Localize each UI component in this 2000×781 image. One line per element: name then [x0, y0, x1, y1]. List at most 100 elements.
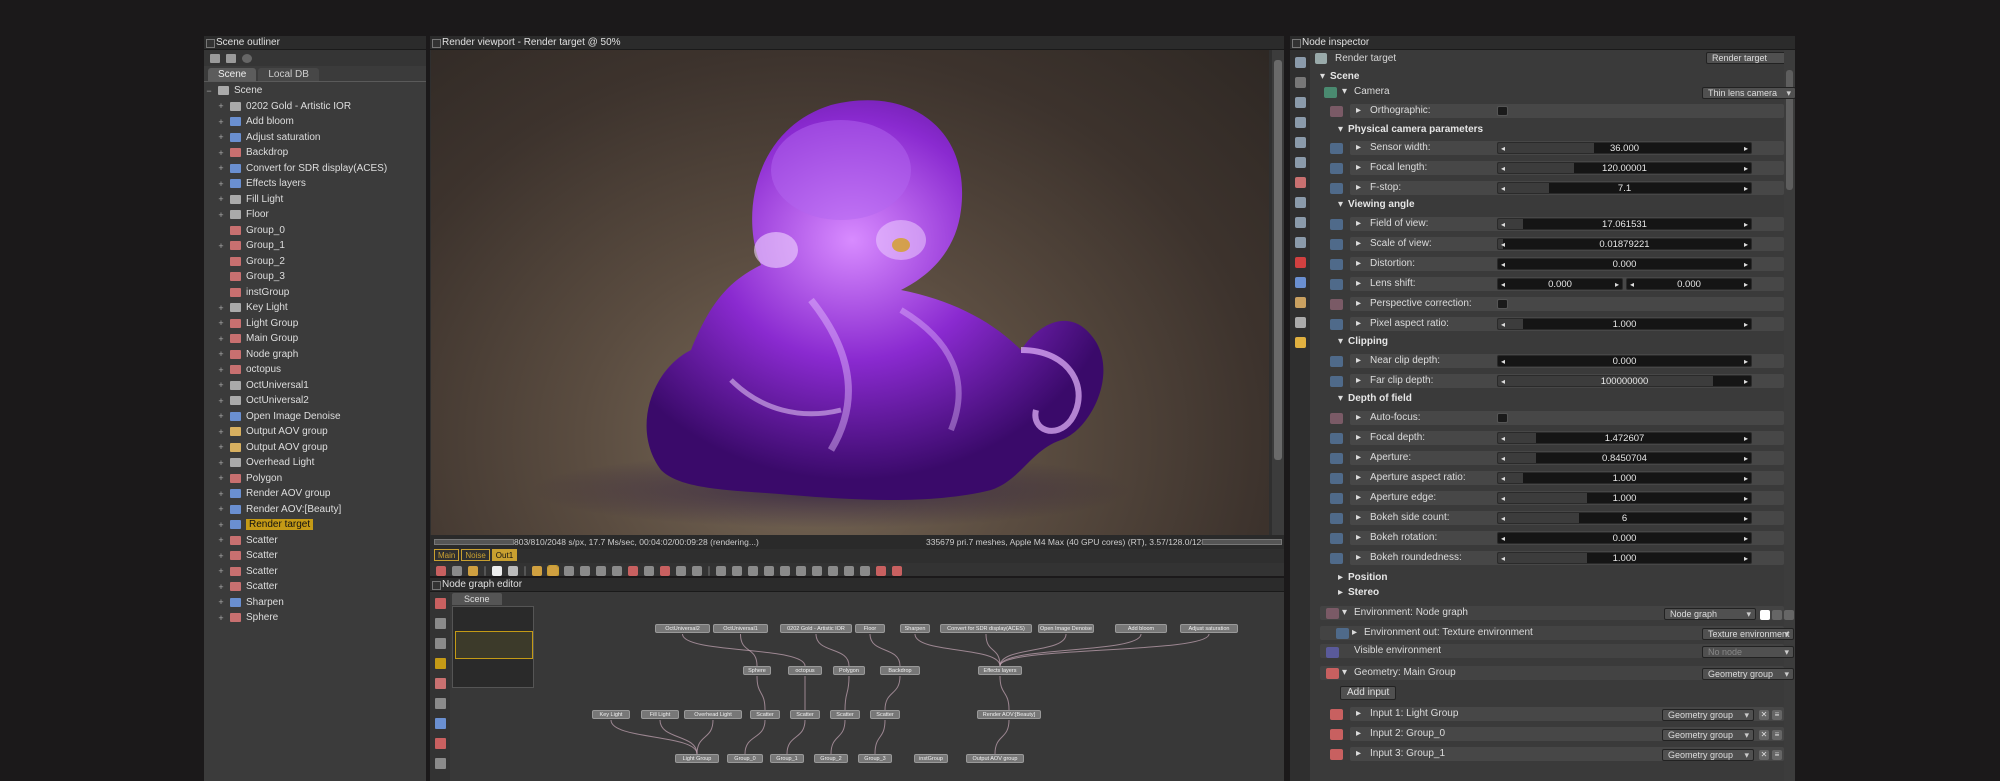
expand-icon[interactable]: +	[216, 613, 226, 623]
bokeh-side-count-slider[interactable]: 6	[1497, 512, 1752, 524]
expand-icon[interactable]: +	[216, 132, 226, 142]
pin-icon[interactable]	[1330, 279, 1343, 290]
tree-item[interactable]: + Scatter	[204, 564, 426, 580]
expand-icon[interactable]: +	[216, 194, 226, 204]
input-expand-icon[interactable]: ▸	[1356, 728, 1361, 739]
render-image[interactable]	[431, 50, 1269, 535]
grid-icon[interactable]	[1294, 237, 1306, 248]
red-material-icon[interactable]	[1294, 257, 1306, 268]
tonemap-icon[interactable]	[644, 565, 654, 576]
light-icon[interactable]	[1294, 337, 1306, 348]
tree-item[interactable]: + Render target	[204, 517, 426, 533]
camera-icon[interactable]	[1294, 77, 1306, 88]
pin-icon[interactable]	[1330, 183, 1343, 194]
graph-node[interactable]: Sphere	[743, 666, 771, 675]
far-clip-depth-slider[interactable]: 100000000	[1497, 375, 1752, 387]
color-swatch[interactable]	[1760, 610, 1770, 620]
graph-node[interactable]: Fill Light	[641, 710, 679, 719]
link-icon[interactable]	[748, 565, 758, 576]
input-type-dropdown[interactable]: Geometry group	[1662, 709, 1754, 721]
pin-icon[interactable]	[1330, 299, 1343, 310]
pin-icon[interactable]	[1330, 163, 1343, 174]
expand-icon[interactable]: +	[216, 318, 226, 328]
pin-icon[interactable]	[1330, 106, 1343, 117]
expand-icon[interactable]: +	[216, 442, 226, 452]
fstop-expand-icon[interactable]: ▸	[1356, 182, 1361, 193]
fit-icon[interactable]	[876, 565, 886, 576]
pin-icon[interactable]	[1330, 319, 1343, 330]
tree-item[interactable]: instGroup	[204, 285, 426, 301]
tree-item[interactable]: + Scatter	[204, 533, 426, 549]
camera-pin-icon[interactable]	[1324, 87, 1337, 98]
menu-icon[interactable]: ≡	[1772, 750, 1782, 760]
graph-node[interactable]: Floor	[855, 624, 885, 633]
rotate-icon[interactable]	[860, 565, 870, 576]
expand-icon[interactable]: +	[216, 148, 226, 158]
field-of-view-expand-icon[interactable]: ▸	[1356, 218, 1361, 229]
environment-out-pin-icon[interactable]	[1336, 628, 1349, 639]
tree-item[interactable]: +0202 Gold - Artistic IOR	[204, 99, 426, 115]
graph-node[interactable]: Group_1	[770, 754, 804, 763]
tree-item[interactable]: + octopus	[204, 362, 426, 378]
clipping-section[interactable]: Clipping	[1348, 336, 1388, 347]
graph-node[interactable]: Effects layers	[978, 666, 1022, 675]
expand-icon[interactable]: +	[216, 473, 226, 483]
flash-icon[interactable]	[564, 565, 574, 576]
graph-node[interactable]: Output AOV group	[966, 754, 1024, 763]
viewing-angle-section[interactable]: Viewing angle	[1348, 199, 1415, 210]
pin-icon[interactable]	[1330, 143, 1343, 154]
blue-material-icon[interactable]	[1294, 277, 1306, 288]
expand-icon[interactable]: +	[216, 380, 226, 390]
histogram-icon[interactable]	[596, 565, 606, 576]
tag-out1[interactable]: Out1	[491, 549, 518, 561]
environment-out-dropdown[interactable]: Texture environment	[1702, 628, 1794, 640]
tree-item[interactable]: + OctUniversal2	[204, 393, 426, 409]
orthographic-expand-icon[interactable]: ▸	[1356, 105, 1361, 116]
input-expand-icon[interactable]: ▸	[1356, 708, 1361, 719]
collapse-icon[interactable]: −	[204, 86, 214, 96]
pin-icon[interactable]	[1330, 453, 1343, 464]
tree-item[interactable]: + Floor	[204, 207, 426, 223]
stereo-expand-icon[interactable]: ▸	[1338, 587, 1343, 598]
graph-node[interactable]: Scatter	[870, 710, 900, 719]
tree-item[interactable]: + Group_1	[204, 238, 426, 254]
visible-environment-icon[interactable]	[1326, 647, 1339, 658]
graph-node[interactable]: Light Group	[675, 754, 719, 763]
lock-icon[interactable]	[452, 565, 462, 576]
sensor-width-slider[interactable]: 36.000	[1497, 142, 1752, 154]
menu-icon[interactable]: ≡	[1772, 730, 1782, 740]
aperture-aspect-ratio-expand-icon[interactable]: ▸	[1356, 472, 1361, 483]
lens-shift-y[interactable]: 0.000	[1626, 278, 1752, 290]
tree-item[interactable]: + Polygon	[204, 471, 426, 487]
pixel-aspect-ratio-expand-icon[interactable]: ▸	[1356, 318, 1361, 329]
input-type-dropdown[interactable]: Geometry group	[1662, 749, 1754, 761]
tag-main[interactable]: Main	[434, 549, 460, 561]
position-section[interactable]: Position	[1348, 572, 1387, 583]
remove-input-icon[interactable]: ✕	[1759, 750, 1769, 760]
pin-icon[interactable]	[1330, 513, 1343, 524]
expand-icon[interactable]: +	[216, 365, 226, 375]
tree-item[interactable]: + Scatter	[204, 579, 426, 595]
depth-of-field-section-collapse-icon[interactable]: ▾	[1338, 393, 1343, 404]
bokeh-roundedness-slider[interactable]: 1.000	[1497, 552, 1752, 564]
aov-icon[interactable]	[1294, 297, 1306, 308]
zoom-fit-icon[interactable]	[732, 565, 742, 576]
expand-icon[interactable]: +	[216, 303, 226, 313]
tree-item[interactable]: Group_3	[204, 269, 426, 285]
menu-icon[interactable]	[1784, 610, 1794, 620]
play-icon[interactable]	[547, 564, 559, 576]
tree-item[interactable]: + Main Group	[204, 331, 426, 347]
bokeh-rotation-slider[interactable]: 0.000	[1497, 532, 1752, 544]
graph-node[interactable]: Polygon	[833, 666, 865, 675]
sensor-width-expand-icon[interactable]: ▸	[1356, 142, 1361, 153]
restart-icon[interactable]	[436, 565, 446, 576]
cube-icon[interactable]	[1294, 137, 1306, 148]
position-expand-icon[interactable]: ▸	[1338, 572, 1343, 583]
pin-icon[interactable]	[1330, 219, 1343, 230]
material-icon[interactable]	[1294, 177, 1306, 188]
export-icon[interactable]	[796, 565, 806, 576]
rewind-icon[interactable]	[508, 565, 518, 576]
graph-node[interactable]: 0202 Gold - Artistic IOR	[780, 624, 852, 633]
scene-section-collapse-icon[interactable]: ▾	[1320, 71, 1325, 82]
distortion-expand-icon[interactable]: ▸	[1356, 258, 1361, 269]
